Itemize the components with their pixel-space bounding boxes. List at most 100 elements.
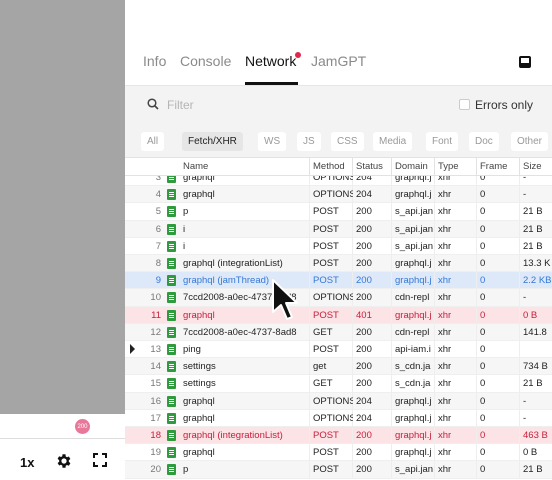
table-row[interactable]: 15 settings GET 200 s_cdn.ja xhr 0 21 B	[125, 375, 552, 393]
cell-type: xhr	[438, 412, 452, 424]
column-name[interactable]: Name	[183, 161, 208, 172]
row-number: 15	[150, 378, 161, 390]
type-filter-media[interactable]: Media	[373, 132, 413, 151]
cell-status: 401	[356, 309, 372, 321]
notification-dot	[295, 52, 301, 58]
playback-speed-button[interactable]: 1x	[20, 455, 34, 470]
cell-type: xhr	[438, 447, 452, 459]
fullscreen-icon[interactable]	[93, 453, 107, 467]
table-row[interactable]: 20 p POST 200 s_api.jan xhr 0 21 B	[125, 461, 552, 479]
row-number: 17	[150, 412, 161, 424]
row-number: 6	[155, 223, 161, 235]
type-filter-font[interactable]: Font	[426, 132, 459, 151]
table-row[interactable]: 14 settings get 200 s_cdn.ja xhr 0 734 B	[125, 358, 552, 376]
column-method[interactable]: Method	[313, 161, 345, 172]
row-number: 11	[151, 309, 161, 321]
column-domain[interactable]: Domain	[395, 161, 428, 172]
cell-method: POST	[313, 240, 339, 252]
type-filter-all[interactable]: All	[141, 132, 165, 151]
cell-method: OPTIONS	[313, 292, 353, 304]
cell-domain: cdn-repl	[395, 326, 430, 338]
cell-name: graphql (integrationList)	[183, 430, 283, 441]
tab-network[interactable]: Network	[245, 53, 296, 69]
cell-domain: s_api.jan	[395, 464, 434, 476]
cell-domain: graphql.j	[395, 430, 432, 441]
cell-size: 0 B	[523, 309, 538, 321]
cell-type: xhr	[438, 378, 452, 390]
tab-console[interactable]: Console	[180, 53, 231, 69]
cell-method: get	[313, 361, 327, 373]
row-number: 9	[155, 275, 161, 287]
type-filter-other[interactable]: Other	[511, 132, 549, 151]
table-row[interactable]: 6 i POST 200 s_api.jan xhr 0 21 B	[125, 220, 552, 238]
column-type[interactable]: Type	[438, 161, 459, 172]
type-filter-doc[interactable]: Doc	[469, 132, 499, 151]
cell-status: 200	[356, 326, 372, 338]
table-row[interactable]: 10 7ccd2008-a0ec-4737-8ad8 OPTIONS 200 cdn-r…	[125, 289, 552, 307]
file-icon	[167, 309, 176, 321]
cell-domain: graphql.j	[395, 309, 432, 321]
table-row[interactable]: 11 graphql POST 401 graphql.j xhr 0 0 B	[125, 306, 552, 324]
search-icon	[147, 98, 159, 110]
cell-size: 21 B	[523, 206, 543, 218]
cell-status: 204	[356, 176, 372, 183]
dock-icon[interactable]	[519, 56, 531, 68]
cell-size: -	[523, 292, 527, 304]
cell-name: graphql	[183, 447, 215, 459]
cell-size: 21 B	[523, 240, 543, 252]
table-row[interactable]: 12 7ccd2008-a0ec-4737-8ad8 GET 200 cdn-repl x…	[125, 323, 552, 341]
table-row[interactable]: 18 graphql (integrationList) POST 200 graphq…	[125, 427, 552, 445]
table-row[interactable]: 9 graphql (jamThread) POST 200 graphql.j xhr 0…	[125, 272, 552, 290]
table-row[interactable]: 3 graphql OPTIONS 204 graphql.j xhr 0 -	[125, 176, 552, 187]
cell-type: xhr	[438, 240, 452, 252]
cell-size: 2.2 KB	[523, 275, 552, 287]
table-row[interactable]: 5 p POST 200 s_api.jan xhr 0 21 B	[125, 203, 552, 221]
file-icon	[167, 361, 176, 373]
errors-only-checkbox[interactable]	[459, 99, 470, 110]
table-row[interactable]: 4 graphql OPTIONS 204 graphql.j xhr 0 -	[125, 186, 552, 204]
cell-size: 463 B	[523, 430, 548, 441]
cell-type: xhr	[438, 275, 452, 287]
type-filter-css[interactable]: CSS	[331, 132, 364, 151]
tab-info[interactable]: Info	[143, 53, 166, 69]
gear-icon[interactable]	[55, 452, 73, 470]
cell-domain: graphql.j	[395, 176, 432, 183]
file-icon	[167, 395, 176, 407]
file-icon	[167, 275, 176, 287]
table-row[interactable]: 8 graphql (integrationList) POST 200 graphql…	[125, 255, 552, 273]
cell-method: OPTIONS	[313, 176, 353, 183]
filter-input[interactable]: Filter	[167, 98, 194, 112]
file-icon	[167, 240, 176, 252]
file-icon	[167, 258, 176, 269]
row-number: 19	[150, 447, 161, 459]
type-filter-ws[interactable]: WS	[258, 132, 287, 151]
column-frame[interactable]: Frame	[480, 161, 507, 172]
cell-method: OPTIONS	[313, 412, 353, 424]
cell-type: xhr	[438, 223, 452, 235]
cell-type: xhr	[438, 309, 452, 321]
tab-jamgpt[interactable]: JamGPT	[311, 53, 366, 69]
cell-type: xhr	[438, 326, 452, 338]
cell-frame: 0	[480, 309, 486, 321]
cell-domain: graphql.j	[395, 447, 432, 459]
column-status[interactable]: Status	[356, 161, 383, 172]
column-size[interactable]: Size	[523, 161, 541, 172]
table-row[interactable]: 16 graphql OPTIONS 204 graphql.j xhr 0 -	[125, 392, 552, 410]
cell-domain: s_api.jan	[395, 240, 434, 252]
type-filter-js[interactable]: JS	[297, 132, 321, 151]
cell-method: POST	[313, 464, 339, 476]
cell-status: 200	[356, 206, 372, 218]
table-row[interactable]: 7 i POST 200 s_api.jan xhr 0 21 B	[125, 237, 552, 255]
cell-size: 13.3 K	[523, 258, 551, 269]
table-row[interactable]: 13 ping POST 200 api-iam.i xhr 0	[125, 341, 552, 359]
table-row[interactable]: 17 graphql OPTIONS 204 graphql.j xhr 0 -	[125, 409, 552, 427]
file-icon	[167, 206, 176, 218]
cell-status: 204	[356, 412, 372, 424]
cell-name: graphql	[183, 176, 215, 183]
table-row[interactable]: 19 graphql POST 200 graphql.j xhr 0 0 B	[125, 444, 552, 462]
cell-type: xhr	[438, 395, 452, 407]
cell-frame: 0	[480, 430, 486, 441]
type-filter-fetch-xhr[interactable]: Fetch/XHR	[182, 132, 243, 151]
cell-type: xhr	[438, 344, 452, 355]
devtools-panel: Info Console Network JamGPT Filter Error…	[125, 0, 552, 480]
